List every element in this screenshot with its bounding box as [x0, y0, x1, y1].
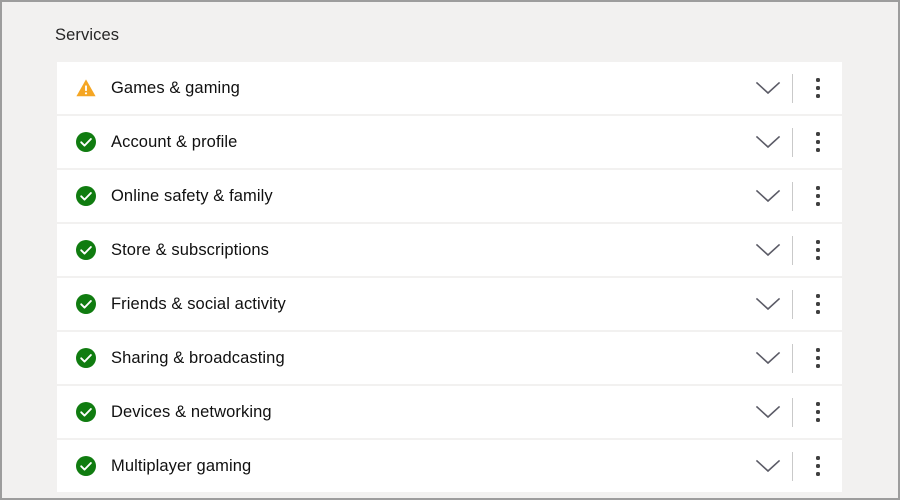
more-options-button[interactable]: [794, 170, 842, 222]
service-label: Sharing & broadcasting: [111, 349, 285, 367]
kebab-menu-icon: [816, 76, 820, 100]
service-row[interactable]: Friends & social activity: [57, 278, 842, 330]
more-options-button[interactable]: [794, 440, 842, 492]
services-page: Services Games & gaming Account & profile…: [0, 0, 900, 500]
row-actions: [745, 62, 842, 114]
row-actions: [745, 224, 842, 276]
row-actions: [745, 440, 842, 492]
kebab-dot: [816, 356, 820, 360]
kebab-menu-icon: [816, 454, 820, 478]
kebab-dot: [816, 132, 820, 136]
service-label: Devices & networking: [111, 403, 272, 421]
chevron-down-icon: [755, 80, 781, 96]
kebab-dot: [816, 364, 820, 368]
check-circle-icon: [75, 347, 97, 369]
kebab-dot: [816, 418, 820, 422]
service-label: Multiplayer gaming: [111, 457, 252, 475]
page-title: Services: [55, 26, 120, 44]
chevron-down-icon: [755, 404, 781, 420]
check-circle-icon: [75, 455, 97, 477]
check-circle-icon: [75, 131, 97, 153]
kebab-dot: [816, 140, 820, 144]
kebab-dot: [816, 410, 820, 414]
expand-button[interactable]: [745, 116, 791, 168]
kebab-dot: [816, 456, 820, 460]
chevron-down-icon: [755, 458, 781, 474]
chevron-down-icon: [755, 296, 781, 312]
row-actions: [745, 170, 842, 222]
service-label: Account & profile: [111, 133, 238, 151]
chevron-down-icon: [755, 242, 781, 258]
service-label: Games & gaming: [111, 79, 240, 97]
kebab-dot: [816, 402, 820, 406]
expand-button[interactable]: [745, 170, 791, 222]
expand-button[interactable]: [745, 332, 791, 384]
kebab-dot: [816, 86, 820, 90]
check-circle-icon: [75, 185, 97, 207]
action-divider: [792, 397, 793, 427]
service-row[interactable]: Games & gaming: [57, 62, 842, 114]
service-row[interactable]: Devices & networking: [57, 386, 842, 438]
row-actions: [745, 332, 842, 384]
kebab-dot: [816, 472, 820, 476]
kebab-dot: [816, 464, 820, 468]
action-divider: [792, 289, 793, 319]
kebab-dot: [816, 186, 820, 190]
expand-button[interactable]: [745, 62, 791, 114]
row-actions: [745, 278, 842, 330]
kebab-menu-icon: [816, 346, 820, 370]
action-divider: [792, 451, 793, 481]
row-actions: [745, 116, 842, 168]
service-row[interactable]: Multiplayer gaming: [57, 440, 842, 492]
kebab-menu-icon: [816, 184, 820, 208]
row-actions: [745, 386, 842, 438]
kebab-dot: [816, 348, 820, 352]
check-circle-icon: [75, 293, 97, 315]
kebab-dot: [816, 256, 820, 260]
service-row[interactable]: Sharing & broadcasting: [57, 332, 842, 384]
action-divider: [792, 127, 793, 157]
kebab-menu-icon: [816, 130, 820, 154]
kebab-menu-icon: [816, 238, 820, 262]
expand-button[interactable]: [745, 440, 791, 492]
kebab-dot: [816, 294, 820, 298]
expand-button[interactable]: [745, 386, 791, 438]
chevron-down-icon: [755, 134, 781, 150]
check-circle-icon: [75, 239, 97, 261]
more-options-button[interactable]: [794, 62, 842, 114]
service-row[interactable]: Account & profile: [57, 116, 842, 168]
kebab-dot: [816, 202, 820, 206]
services-list: Games & gaming Account & profile Online sa…: [57, 62, 842, 494]
kebab-dot: [816, 302, 820, 306]
check-circle-icon: [75, 401, 97, 423]
kebab-menu-icon: [816, 400, 820, 424]
kebab-menu-icon: [816, 292, 820, 316]
chevron-down-icon: [755, 350, 781, 366]
more-options-button[interactable]: [794, 386, 842, 438]
action-divider: [792, 235, 793, 265]
service-label: Online safety & family: [111, 187, 273, 205]
more-options-button[interactable]: [794, 278, 842, 330]
expand-button[interactable]: [745, 278, 791, 330]
service-row[interactable]: Online safety & family: [57, 170, 842, 222]
kebab-dot: [816, 78, 820, 82]
more-options-button[interactable]: [794, 332, 842, 384]
warning-triangle-icon: [75, 77, 97, 99]
kebab-dot: [816, 94, 820, 98]
action-divider: [792, 343, 793, 373]
action-divider: [792, 181, 793, 211]
chevron-down-icon: [755, 188, 781, 204]
kebab-dot: [816, 194, 820, 198]
more-options-button[interactable]: [794, 224, 842, 276]
kebab-dot: [816, 148, 820, 152]
service-row[interactable]: Store & subscriptions: [57, 224, 842, 276]
kebab-dot: [816, 310, 820, 314]
action-divider: [792, 73, 793, 103]
service-label: Store & subscriptions: [111, 241, 270, 259]
more-options-button[interactable]: [794, 116, 842, 168]
service-label: Friends & social activity: [111, 295, 286, 313]
expand-button[interactable]: [745, 224, 791, 276]
kebab-dot: [816, 240, 820, 244]
kebab-dot: [816, 248, 820, 252]
